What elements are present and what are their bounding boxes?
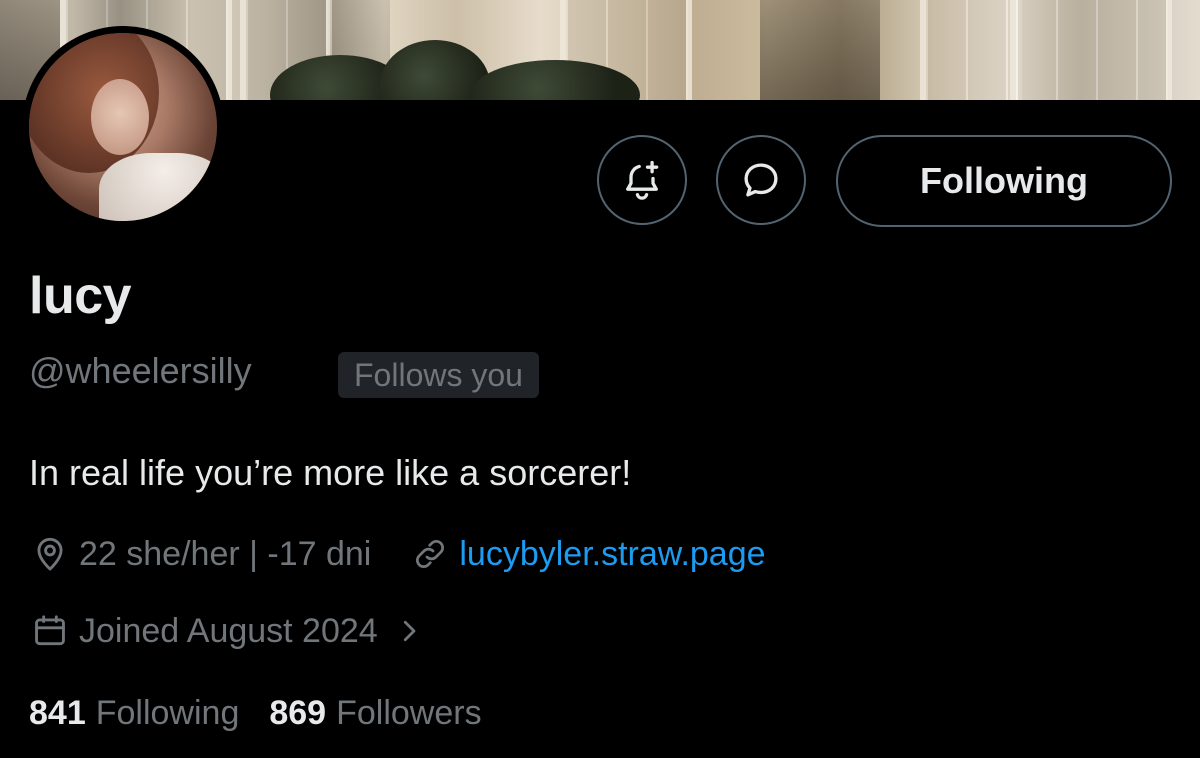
notifications-button[interactable] xyxy=(597,135,687,225)
bell-plus-icon xyxy=(626,160,659,200)
calendar-icon xyxy=(29,610,71,652)
chevron-right-icon xyxy=(388,610,430,652)
profile-location: 22 she/her | -17 dni xyxy=(79,534,372,573)
link-icon xyxy=(409,533,451,575)
following-label: Following xyxy=(95,694,240,732)
following-button[interactable]: Following xyxy=(836,135,1172,227)
profile-bio: In real life you’re more like a sorcerer… xyxy=(29,452,632,493)
following-stat[interactable]: 841 Following xyxy=(29,694,239,733)
avatar-image xyxy=(29,33,217,221)
following-count: 841 xyxy=(29,694,86,732)
joined-date: Joined August 2024 xyxy=(79,611,378,650)
followers-label: Followers xyxy=(336,694,482,732)
location-pin-icon xyxy=(29,533,71,575)
joined-date-row[interactable]: Joined August 2024 xyxy=(29,610,438,652)
follows-you-badge: Follows you xyxy=(338,352,539,398)
follow-stats: 841 Following 869 Followers xyxy=(29,694,512,733)
followers-stat[interactable]: 869 Followers xyxy=(269,694,481,733)
avatar[interactable] xyxy=(22,26,224,228)
followers-count: 869 xyxy=(269,694,327,732)
profile-website-link[interactable]: lucybyler.straw.page xyxy=(459,535,765,574)
user-handle: @wheelersilly xyxy=(29,350,252,391)
display-name: lucy xyxy=(29,267,132,325)
profile-meta-row: 22 she/her | -17 dni lucybyler.straw.pag… xyxy=(29,533,766,575)
chat-bubble-icon xyxy=(744,163,778,197)
message-button[interactable] xyxy=(716,135,806,225)
